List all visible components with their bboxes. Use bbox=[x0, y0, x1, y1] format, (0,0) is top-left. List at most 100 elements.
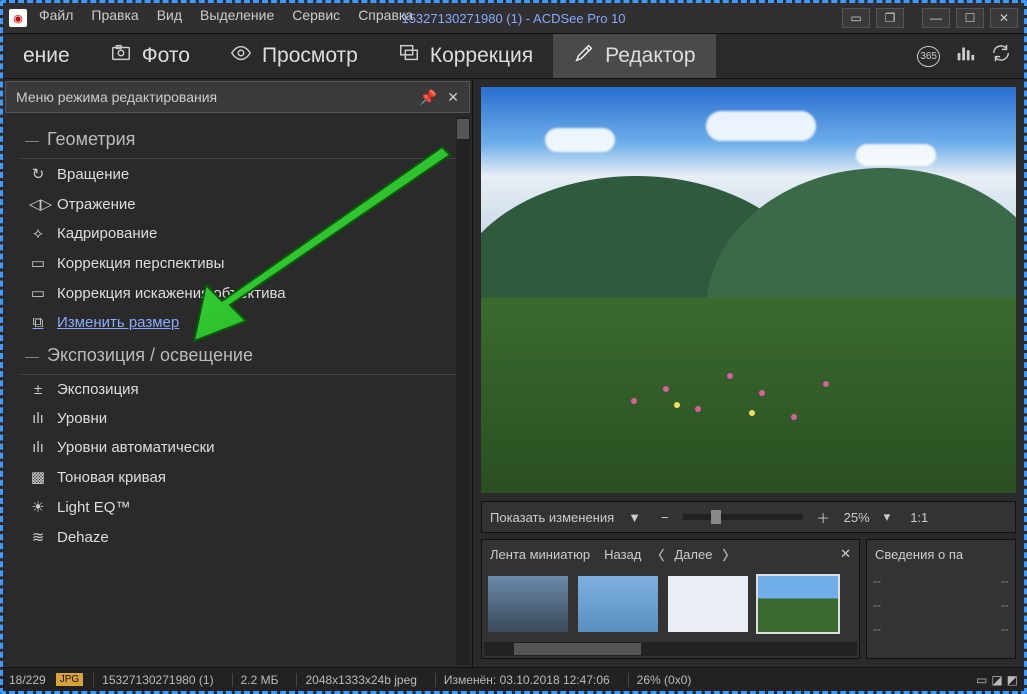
tab-partial-label: ение bbox=[23, 44, 70, 68]
menu-view[interactable]: Вид bbox=[157, 7, 182, 23]
info-cell: -- bbox=[1001, 622, 1009, 636]
eye-icon bbox=[230, 42, 252, 70]
menu-edit[interactable]: Правка bbox=[91, 7, 138, 23]
tool-perspective[interactable]: ▭ Коррекция перспективы bbox=[21, 248, 462, 278]
crop-icon: ⟡ bbox=[29, 225, 47, 242]
tab-correction[interactable]: Коррекция bbox=[378, 34, 553, 78]
tool-resize[interactable]: ⧉Изменить размер bbox=[21, 308, 462, 337]
sliders-icon bbox=[398, 42, 420, 70]
tool-flip[interactable]: ◁▷Отражение bbox=[21, 189, 462, 219]
tab-editor-label: Редактор bbox=[605, 44, 695, 68]
tool-levels-label: Уровни bbox=[57, 410, 107, 427]
rotate-icon: ↻ bbox=[29, 165, 47, 183]
tool-light-eq-label: Light EQ™ bbox=[57, 499, 130, 516]
image-preview[interactable] bbox=[481, 87, 1016, 493]
tool-auto-levels[interactable]: ılıУровни автоматически bbox=[21, 433, 462, 462]
menu-select[interactable]: Выделение bbox=[200, 7, 274, 23]
zoom-slider[interactable] bbox=[683, 514, 803, 520]
tab-correction-label: Коррекция bbox=[430, 44, 533, 68]
tool-dehaze[interactable]: ≋Dehaze bbox=[21, 522, 462, 552]
group-geometry[interactable]: — Геометрия bbox=[21, 121, 462, 158]
tab-partial[interactable]: ение bbox=[3, 34, 90, 78]
histogram-icon[interactable] bbox=[954, 42, 976, 70]
tab-view-label: Просмотр bbox=[262, 44, 358, 68]
tool-lens[interactable]: ▭Коррекция искажения объектива bbox=[21, 278, 462, 308]
chevron-right-icon[interactable]: 〉 bbox=[722, 545, 735, 564]
flip-icon: ◁▷ bbox=[29, 195, 47, 213]
panel-header: Меню режима редактирования 📌 ✕ bbox=[5, 81, 470, 113]
filmstrip-next[interactable]: Далее bbox=[674, 547, 712, 562]
thumbnail[interactable] bbox=[578, 576, 658, 632]
minimize-button[interactable]: — bbox=[922, 8, 950, 28]
menubar: Файл Правка Вид Выделение Сервис Справка bbox=[39, 7, 413, 23]
group-exposure[interactable]: — Экспозиция / освещение bbox=[21, 337, 462, 374]
preview-controls: Показать изменения ▼ − ＋ 25% ▾ 1:1 bbox=[481, 501, 1016, 533]
tool-crop[interactable]: ⟡Кадрирование bbox=[21, 219, 462, 248]
info-panel-title: Сведения о па bbox=[867, 540, 1015, 568]
info-cell: -- bbox=[873, 598, 881, 612]
status-icon[interactable]: ◩ bbox=[1007, 673, 1018, 687]
tool-rotate-label: Вращение bbox=[57, 166, 129, 183]
tool-exposure-label: Экспозиция bbox=[57, 381, 139, 398]
thumbnail[interactable] bbox=[668, 576, 748, 632]
tool-perspective-label: Коррекция перспективы bbox=[57, 255, 224, 272]
window-button-2[interactable]: ❐ bbox=[876, 8, 904, 28]
titlebar: ◉ Файл Правка Вид Выделение Сервис Справ… bbox=[3, 3, 1024, 33]
filmstrip-back[interactable]: Назад bbox=[604, 547, 641, 562]
filmstrip-title: Лента миниатюр bbox=[490, 547, 590, 562]
window-title: 15327130271980 (1) - ACDSee Pro 10 bbox=[401, 11, 625, 26]
menu-tools[interactable]: Сервис bbox=[292, 7, 340, 23]
tab-photo[interactable]: Фото bbox=[90, 34, 210, 78]
exposure-icon: ± bbox=[29, 381, 47, 398]
panel-scrollbar[interactable] bbox=[456, 117, 470, 665]
filmstrip-scrollbar[interactable] bbox=[484, 642, 857, 656]
auto-levels-icon: ılı bbox=[29, 439, 47, 456]
zoom-dropdown[interactable]: ▾ bbox=[878, 507, 897, 527]
collapse-icon: — bbox=[25, 348, 39, 364]
window-button-1[interactable]: ▭ bbox=[842, 8, 870, 28]
sync-icon[interactable] bbox=[990, 42, 1012, 70]
panel-close-icon[interactable]: ✕ bbox=[447, 89, 459, 106]
resize-icon: ⧉ bbox=[29, 314, 47, 331]
info-panel: Сведения о па ---- ---- ---- bbox=[866, 539, 1016, 659]
info-cell: -- bbox=[1001, 574, 1009, 588]
status-filename: 15327130271980 (1) bbox=[93, 673, 221, 687]
statusbar: 18/229 JPG 15327130271980 (1) 2.2 МБ 204… bbox=[3, 667, 1024, 691]
mode-tabs: ение Фото Просмотр Коррекция Редактор bbox=[3, 33, 1024, 79]
tool-exposure[interactable]: ± Экспозиция bbox=[21, 375, 462, 404]
one-to-one-button[interactable]: 1:1 bbox=[904, 508, 934, 527]
collapse-icon: — bbox=[25, 132, 39, 148]
filmstrip-close-icon[interactable]: ✕ bbox=[840, 546, 851, 562]
zoom-out-button[interactable]: − bbox=[655, 508, 675, 527]
pin-icon[interactable]: 📌 bbox=[420, 89, 437, 106]
thumbnail[interactable] bbox=[488, 576, 568, 632]
brush-icon bbox=[573, 42, 595, 70]
tool-curves[interactable]: ▩Тоновая кривая bbox=[21, 462, 462, 492]
zoom-value: 25% bbox=[844, 510, 870, 525]
tool-rotate[interactable]: ↻ Вращение bbox=[21, 159, 462, 189]
photo-icon bbox=[110, 42, 132, 70]
thumbnails bbox=[482, 568, 859, 640]
status-icon[interactable]: ◪ bbox=[991, 673, 1002, 687]
close-button[interactable]: ✕ bbox=[990, 8, 1018, 28]
three-sixty-icon[interactable]: 365 bbox=[917, 46, 940, 67]
zoom-in-button[interactable]: ＋ bbox=[811, 506, 836, 529]
tab-editor[interactable]: Редактор bbox=[553, 34, 715, 78]
panel-title: Меню режима редактирования bbox=[16, 89, 217, 105]
maximize-button[interactable]: ☐ bbox=[956, 8, 984, 28]
chevron-left-icon[interactable]: 〈 bbox=[651, 545, 664, 564]
tool-dehaze-label: Dehaze bbox=[57, 529, 109, 546]
group-geometry-title: Геометрия bbox=[47, 129, 135, 150]
menu-file[interactable]: Файл bbox=[39, 7, 73, 23]
group-exposure-title: Экспозиция / освещение bbox=[47, 345, 253, 366]
lens-icon: ▭ bbox=[29, 284, 47, 302]
status-format: JPG bbox=[56, 673, 83, 686]
status-size: 2.2 МБ bbox=[232, 673, 287, 687]
tool-light-eq[interactable]: ☀Light EQ™ bbox=[21, 492, 462, 522]
perspective-icon: ▭ bbox=[29, 254, 47, 272]
show-changes-dropdown[interactable]: ▼ bbox=[622, 508, 647, 527]
tool-levels[interactable]: ılıУровни bbox=[21, 404, 462, 433]
status-icon[interactable]: ▭ bbox=[976, 673, 987, 687]
tab-view[interactable]: Просмотр bbox=[210, 34, 378, 78]
thumbnail-selected[interactable] bbox=[758, 576, 838, 632]
